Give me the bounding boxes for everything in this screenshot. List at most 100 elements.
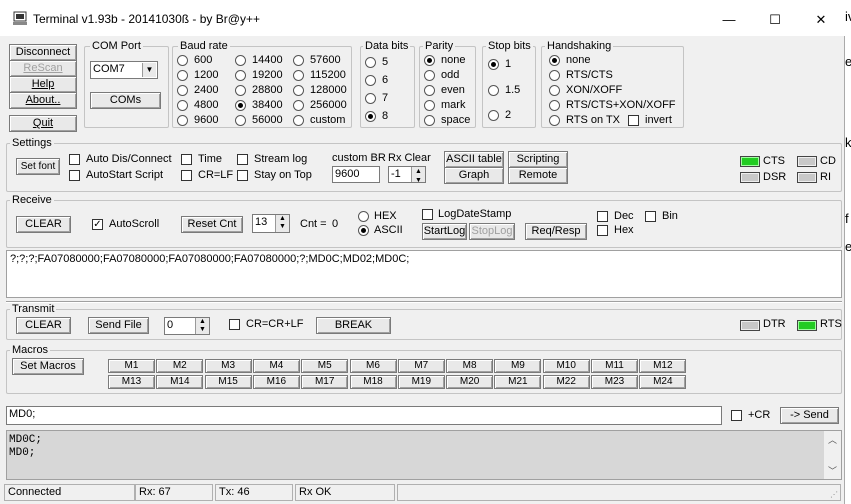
receive-clear-button[interactable]: CLEAR [16, 216, 71, 233]
baud-1200-radio[interactable] [177, 70, 188, 81]
stop-bits-2-radio[interactable] [488, 110, 499, 121]
close-button[interactable]: ✕ [798, 6, 844, 34]
macro-button-m16[interactable]: M16 [252, 375, 300, 389]
cnt-spin-input[interactable]: 13 ▲ ▼ [252, 214, 290, 233]
macro-button-m13[interactable]: M13 [108, 375, 155, 389]
autoscroll-checkbox[interactable]: ✓ [92, 219, 103, 230]
stream-log-checkbox[interactable] [237, 154, 248, 165]
parity-even-radio[interactable] [424, 85, 435, 96]
stop-bits-1.5-radio[interactable] [488, 85, 499, 96]
baud-4800-radio[interactable] [177, 100, 188, 111]
macro-button-m15[interactable]: M15 [204, 375, 252, 389]
data-bits-5-radio[interactable] [365, 57, 376, 68]
custom-br-input[interactable]: 9600 [332, 166, 380, 183]
baud-115200-radio[interactable] [293, 70, 304, 81]
send-file-button[interactable]: Send File [88, 317, 149, 334]
macro-button-m23[interactable]: M23 [591, 375, 638, 389]
handshaking-1-radio[interactable] [549, 70, 560, 81]
start-log-button[interactable]: StartLog [422, 223, 467, 240]
macro-button-m22[interactable]: M22 [542, 375, 590, 389]
transmit-spin-input[interactable]: 0 ▲ ▼ [164, 317, 210, 335]
bin-checkbox[interactable] [645, 211, 656, 222]
com-port-select[interactable]: COM7 ▼ [90, 61, 158, 79]
send-button[interactable]: -> Send [780, 407, 839, 424]
transmit-spinner[interactable]: ▲ ▼ [195, 318, 209, 334]
quit-button[interactable]: Quit [9, 115, 77, 132]
coms-button[interactable]: COMs [90, 92, 161, 109]
stop-log-button[interactable]: StopLog [469, 223, 515, 240]
cr-lf-checkbox[interactable] [181, 170, 192, 181]
hex-checkbox[interactable] [597, 225, 608, 236]
data-bits-6-radio[interactable] [365, 75, 376, 86]
scrollbar[interactable]: ︿ ﹀ [824, 431, 841, 479]
macro-button-m14[interactable]: M14 [156, 375, 204, 389]
data-bits-7-radio[interactable] [365, 93, 376, 104]
macro-button-m3[interactable]: M3 [204, 359, 252, 373]
graph-button[interactable]: Graph [444, 167, 504, 184]
transmit-log-area[interactable]: MD0C; MD0; ︿ ﹀ [6, 430, 842, 480]
macro-button-m7[interactable]: M7 [397, 359, 445, 373]
dec-checkbox[interactable] [597, 211, 608, 222]
handshaking-0-radio[interactable] [549, 55, 560, 66]
baud-14400-radio[interactable] [235, 55, 246, 66]
macro-button-m10[interactable]: M10 [542, 359, 590, 373]
parity-none-radio[interactable] [424, 55, 435, 66]
baud-2400-radio[interactable] [177, 85, 188, 96]
handshaking-3-radio[interactable] [549, 100, 560, 111]
plus-cr-checkbox[interactable] [731, 410, 742, 421]
rx-clear-input[interactable]: -1 ▲ ▼ [388, 166, 426, 183]
reset-cnt-button[interactable]: Reset Cnt [181, 216, 243, 233]
set-macros-button[interactable]: Set Macros [12, 358, 84, 375]
macro-button-m12[interactable]: M12 [639, 359, 687, 373]
macro-button-m18[interactable]: M18 [349, 375, 397, 389]
macro-button-m20[interactable]: M20 [446, 375, 494, 389]
macro-button-m17[interactable]: M17 [301, 375, 349, 389]
disconnect-button[interactable]: Disconnect [9, 44, 77, 61]
macro-button-m8[interactable]: M8 [446, 359, 494, 373]
parity-mark-radio[interactable] [424, 100, 435, 111]
req-resp-button[interactable]: Req/Resp [525, 223, 587, 240]
chevron-down-icon[interactable]: ▼ [142, 63, 156, 77]
transmit-clear-button[interactable]: CLEAR [16, 317, 71, 334]
resize-grip-icon[interactable]: ⋰ [830, 490, 840, 500]
receive-text-area[interactable]: ?;?;?;FA07080000;FA07080000;FA07080000;F… [6, 250, 842, 298]
macro-button-m4[interactable]: M4 [252, 359, 300, 373]
autostart-script-checkbox[interactable] [69, 170, 80, 181]
time-checkbox[interactable] [181, 154, 192, 165]
baud-custom-radio[interactable] [293, 115, 304, 126]
baud-128000-radio[interactable] [293, 85, 304, 96]
baud-38400-radio[interactable] [235, 100, 246, 111]
macro-button-m2[interactable]: M2 [156, 359, 204, 373]
scripting-button[interactable]: Scripting [508, 151, 568, 168]
baud-256000-radio[interactable] [293, 100, 304, 111]
data-bits-8-radio[interactable] [365, 111, 376, 122]
macro-button-m1[interactable]: M1 [108, 359, 155, 373]
macro-button-m5[interactable]: M5 [301, 359, 349, 373]
baud-600-radio[interactable] [177, 55, 188, 66]
baud-19200-radio[interactable] [235, 70, 246, 81]
hex-mode-radio[interactable] [358, 211, 369, 222]
baud-28800-radio[interactable] [235, 85, 246, 96]
maximize-button[interactable]: ☐ [752, 6, 798, 34]
invert-checkbox[interactable] [628, 115, 639, 126]
baud-56000-radio[interactable] [235, 115, 246, 126]
stay-on-top-checkbox[interactable] [237, 170, 248, 181]
baud-9600-radio[interactable] [177, 115, 188, 126]
remote-button[interactable]: Remote [508, 167, 568, 184]
title-bar[interactable]: Terminal v1.93b - 20141030ß - by Br@y++ … [0, 0, 845, 36]
macro-button-m9[interactable]: M9 [494, 359, 542, 373]
macro-button-m24[interactable]: M24 [639, 375, 687, 389]
macro-button-m21[interactable]: M21 [494, 375, 542, 389]
cnt-spinner[interactable]: ▲ ▼ [275, 215, 289, 232]
about-button[interactable]: About.. [9, 92, 77, 109]
parity-odd-radio[interactable] [424, 70, 435, 81]
rescan-button[interactable]: ReScan [9, 60, 77, 77]
macro-button-m11[interactable]: M11 [591, 359, 638, 373]
macro-button-m6[interactable]: M6 [349, 359, 397, 373]
log-datestamp-checkbox[interactable] [422, 209, 433, 220]
handshaking-2-radio[interactable] [549, 85, 560, 96]
auto-dis-connect-checkbox[interactable] [69, 154, 80, 165]
ascii-mode-radio[interactable] [358, 225, 369, 236]
macro-button-m19[interactable]: M19 [397, 375, 445, 389]
cr-crlf-checkbox[interactable] [229, 319, 240, 330]
